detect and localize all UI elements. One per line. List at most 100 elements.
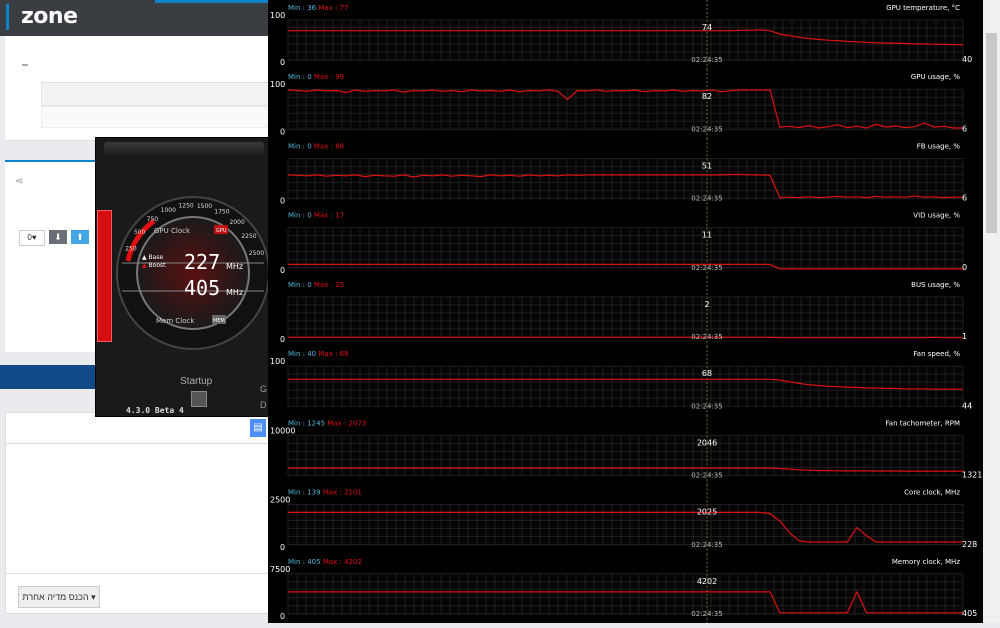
graph-cursor-time: 02:24:35 (691, 125, 722, 133)
startup-label: Startup (180, 376, 212, 387)
dial-tick-label: 2250 (241, 233, 256, 240)
skin-top-decoration (104, 142, 264, 154)
collapse-icon[interactable] (22, 64, 28, 66)
graph-plot-area (288, 366, 963, 407)
graph-cursor-time: 02:24:35 (691, 56, 722, 64)
graph-plot-area (288, 228, 963, 269)
graph-title: VID usage, % (913, 212, 960, 220)
graph-ymax-label: 7500 (270, 565, 290, 574)
gpu-clock-unit: MHz (226, 262, 243, 271)
dial-tick-label: 250 (125, 245, 137, 252)
graph-min-max: Min : 0 Max : 68 (288, 142, 344, 150)
dial-tick-label: 2000 (230, 219, 245, 226)
site-logo[interactable]: zone (6, 4, 78, 30)
graph-ymax-label: 100 (270, 80, 285, 89)
graph-min-max: Min : 0 Max : 17 (288, 212, 344, 220)
graph-plot-area (288, 20, 963, 61)
graph-ymin-label: 0 (280, 266, 285, 275)
share-icon[interactable]: ⋖ (15, 176, 23, 187)
graph-plot-area (288, 297, 963, 338)
side-letter-d: D (260, 400, 267, 410)
gpu-badge-text: GPU (216, 228, 227, 234)
graph-cursor-time: 02:24:35 (691, 333, 722, 341)
logo-mark (6, 4, 19, 30)
scrollbar[interactable] (983, 0, 1000, 623)
graph-cursor-time: 02:24:35 (691, 472, 722, 480)
graph-cursor-value: 2046 (697, 438, 717, 447)
graph-ymin-label: 0 (280, 543, 285, 552)
graph-min-max: Min : 36 Max : 77 (288, 4, 349, 12)
dial-tick-label: 1250 (178, 202, 193, 209)
power-indicator-bar (97, 210, 112, 342)
header-accent-line (155, 0, 275, 3)
graph-plot-area (288, 574, 963, 615)
graph-title: Memory clock, MHz (892, 558, 960, 566)
graph-cursor-time: 02:24:35 (691, 402, 722, 410)
graph-end-value: 0 (962, 263, 967, 272)
graph-end-value: 1 (962, 332, 967, 341)
graph-cursor-value: 51 (702, 161, 712, 170)
graph-plot-area (288, 158, 963, 199)
clock-dial: 2505007501000125015001750200022502500 GP… (114, 183, 272, 363)
graph-end-value: 405 (962, 609, 977, 618)
graph-cursor-time: 02:24:35 (691, 195, 722, 203)
graph-cursor-value: 11 (702, 231, 712, 240)
mem-badge-text: MEM (213, 318, 225, 324)
graph-ymax-label: 2500 (270, 496, 290, 505)
graph-end-value: 6 (962, 194, 967, 203)
dial-tick-label: 1500 (197, 203, 212, 210)
mem-clock-unit: MHz (226, 288, 243, 297)
graph-title: Fan speed, % (913, 350, 960, 358)
divider (6, 443, 274, 444)
graph-ymax-label: 100 (270, 357, 285, 366)
graph-min-max: Min : 405 Max : 4202 (288, 558, 362, 566)
document-icon[interactable]: ▤ (250, 419, 266, 437)
graph-ymax-label: 10000 (270, 426, 295, 435)
graph-ymin-label: 0 (280, 335, 285, 344)
monitor-graphs: Min : 36 Max : 77GPU temperature, °C1000… (268, 0, 983, 623)
graph-ymin-label: 0 (280, 197, 285, 206)
dial-tick-label: 500 (134, 229, 146, 236)
graph-min-max: Min : 0 Max : 99 (288, 73, 344, 81)
divider (6, 573, 274, 574)
mem-clock-label: Mem Clock (156, 317, 195, 325)
graph-plot-area (288, 89, 963, 130)
graph-cursor-value: 2025 (697, 508, 717, 517)
insert-media-button[interactable]: הכנס מדיה אחרת ▾ (18, 586, 100, 608)
graph-ymin-label: 0 (280, 612, 285, 621)
vote-down-button[interactable]: ⬇ (49, 230, 67, 244)
graph-cursor-value: 4202 (697, 577, 717, 586)
graph-title: GPU temperature, °C (886, 4, 960, 12)
graph-ymin-label: 0 (280, 127, 285, 136)
afterburner-window: 2505007501000125015001750200022502500 GP… (95, 137, 275, 417)
graph-min-max: Min : 139 Max : 2101 (288, 489, 362, 497)
like-button[interactable]: 0♥ (19, 230, 45, 246)
graph-cursor-time: 02:24:35 (691, 541, 722, 549)
graph-end-value: 6 (962, 124, 967, 133)
graph-cursor-value: 82 (702, 92, 712, 101)
logo-text: zone (21, 4, 78, 29)
graph-cursor-time: 02:24:35 (691, 264, 722, 272)
windows-startup-toggle[interactable] (191, 391, 207, 407)
base-label: ▲ Base (142, 254, 163, 261)
graph-cursor-time: 02:24:35 (691, 610, 722, 618)
graph-plot-area (288, 505, 963, 546)
vote-controls: 0♥ ⬇ ⬆ (19, 230, 89, 246)
graph-cursor-value: 2 (704, 300, 709, 309)
graph-min-max: Min : 1245 Max : 2073 (288, 419, 366, 427)
graph-title: FB usage, % (917, 142, 961, 150)
graph-cursor-value: 68 (702, 369, 712, 378)
graph-end-value: 44 (962, 401, 972, 410)
dial-tick-label: 1000 (161, 207, 176, 214)
scrollbar-thumb[interactable] (986, 33, 997, 233)
graph-end-value: 228 (962, 540, 977, 549)
text-field-secondary[interactable] (41, 106, 279, 128)
dial-tick-label: 1750 (214, 209, 229, 216)
text-field[interactable] (41, 82, 279, 106)
graph-end-value: 1321 (962, 471, 982, 480)
graph-title: BUS usage, % (911, 281, 960, 289)
vote-up-button[interactable]: ⬆ (71, 230, 89, 244)
dial-tick-label: 2500 (249, 250, 264, 257)
graph-min-max: Min : 0 Max : 25 (288, 281, 344, 289)
hardware-monitor: Min : 36 Max : 77GPU temperature, °C1000… (268, 0, 983, 623)
